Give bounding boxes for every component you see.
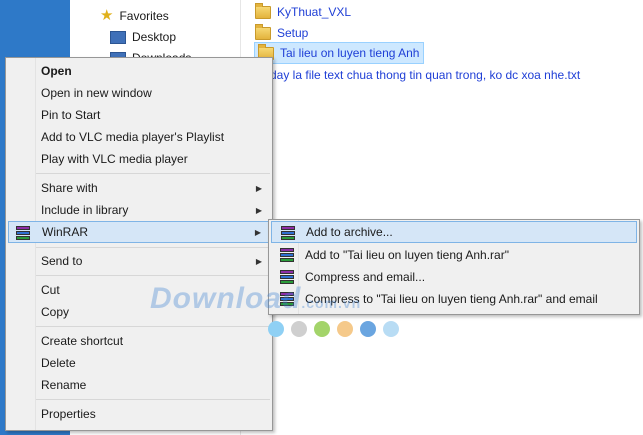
menu-item-label: Share with	[41, 181, 98, 195]
menu-item-label: Play with VLC media player	[41, 152, 188, 166]
menu-item-share-with[interactable]: Share with ▶	[8, 177, 270, 199]
file-name: day la file text chua thong tin quan tro…	[270, 68, 581, 82]
watermark-dot	[291, 321, 307, 337]
file-name: Setup	[277, 26, 309, 40]
menu-item-label: WinRAR	[42, 225, 89, 239]
file-row-setup[interactable]: Setup	[255, 23, 308, 43]
menu-item-open-new-window[interactable]: Open in new window	[8, 82, 270, 104]
menu-item-label: Rename	[41, 378, 87, 392]
menu-item-label: Properties	[41, 407, 96, 421]
submenu-item-add-to-rar[interactable]: Add to "Tai lieu on luyen tieng Anh.rar"	[271, 244, 637, 266]
menu-item-vlc-play[interactable]: Play with VLC media player	[8, 148, 270, 170]
menu-item-vlc-playlist[interactable]: Add to VLC media player's Playlist	[8, 126, 270, 148]
folder-icon	[255, 23, 271, 40]
submenu-item-add-to-archive[interactable]: Add to archive...	[271, 221, 637, 243]
menu-item-send-to[interactable]: Send to ▶	[8, 250, 270, 272]
menu-item-properties[interactable]: Properties	[8, 403, 270, 425]
menu-item-label: Include in library	[41, 203, 129, 217]
menu-item-label: Delete	[41, 356, 76, 370]
watermark-dots	[268, 321, 399, 337]
menu-item-label: Open in new window	[41, 86, 152, 100]
watermark-dot	[360, 321, 376, 337]
menu-item-label: Add to VLC media player's Playlist	[41, 130, 225, 144]
menu-separator	[36, 275, 270, 276]
menu-separator	[36, 326, 270, 327]
submenu-arrow-icon: ▶	[255, 256, 262, 266]
file-row-kythuat[interactable]: KyThuat_VXL	[255, 2, 351, 22]
nav-item-desktop[interactable]: Desktop	[110, 27, 176, 47]
watermark-dot	[268, 321, 284, 337]
file-row-text-file[interactable]: day la file text chua thong tin quan tro…	[270, 66, 580, 84]
file-row-tai-lieu[interactable]: Tai lieu on luyen tieng Anh	[254, 42, 425, 64]
submenu-arrow-icon: ▶	[254, 227, 261, 237]
watermark-brand: Download	[150, 282, 302, 315]
watermark-logo: Download.com.vn	[150, 282, 361, 316]
watermark-suffix: .com.vn	[301, 295, 362, 311]
submenu-arrow-icon: ▶	[255, 205, 262, 215]
submenu-item-label: Add to archive...	[306, 225, 393, 239]
menu-item-create-shortcut[interactable]: Create shortcut	[8, 330, 270, 352]
nav-item-label: Favorites	[119, 9, 169, 23]
menu-separator	[36, 247, 270, 248]
menu-separator	[36, 399, 270, 400]
menu-item-label: Open	[41, 64, 72, 78]
menu-separator	[36, 173, 270, 174]
context-menu: Open Open in new window Pin to Start Add…	[5, 57, 273, 431]
watermark-dot	[314, 321, 330, 337]
watermark-dot	[383, 321, 399, 337]
file-name: KyThuat_VXL	[277, 5, 352, 19]
file-name: Tai lieu on luyen tieng Anh	[280, 46, 420, 60]
submenu-arrow-icon: ▶	[255, 183, 262, 193]
watermark-dot	[337, 321, 353, 337]
menu-item-label: Pin to Start	[41, 108, 101, 122]
menu-item-label: Send to	[41, 254, 83, 268]
nav-item-favorites[interactable]: ★ Favorites	[100, 6, 169, 26]
menu-item-label: Create shortcut	[41, 334, 124, 348]
menu-item-pin-to-start[interactable]: Pin to Start	[8, 104, 270, 126]
menu-item-label: Copy	[41, 305, 70, 319]
menu-item-include-in-library[interactable]: Include in library ▶	[8, 199, 270, 221]
menu-item-rename[interactable]: Rename	[8, 374, 270, 396]
menu-item-label: Cut	[41, 283, 60, 297]
desktop-icon	[110, 30, 126, 44]
nav-item-label: Desktop	[132, 30, 177, 44]
submenu-item-label: Add to "Tai lieu on luyen tieng Anh.rar"	[305, 248, 509, 262]
menu-item-open[interactable]: Open	[8, 60, 270, 82]
star-icon: ★	[100, 7, 114, 24]
menu-item-delete[interactable]: Delete	[8, 352, 270, 374]
folder-icon	[255, 2, 271, 19]
menu-item-winrar[interactable]: WinRAR ▶	[8, 221, 270, 243]
